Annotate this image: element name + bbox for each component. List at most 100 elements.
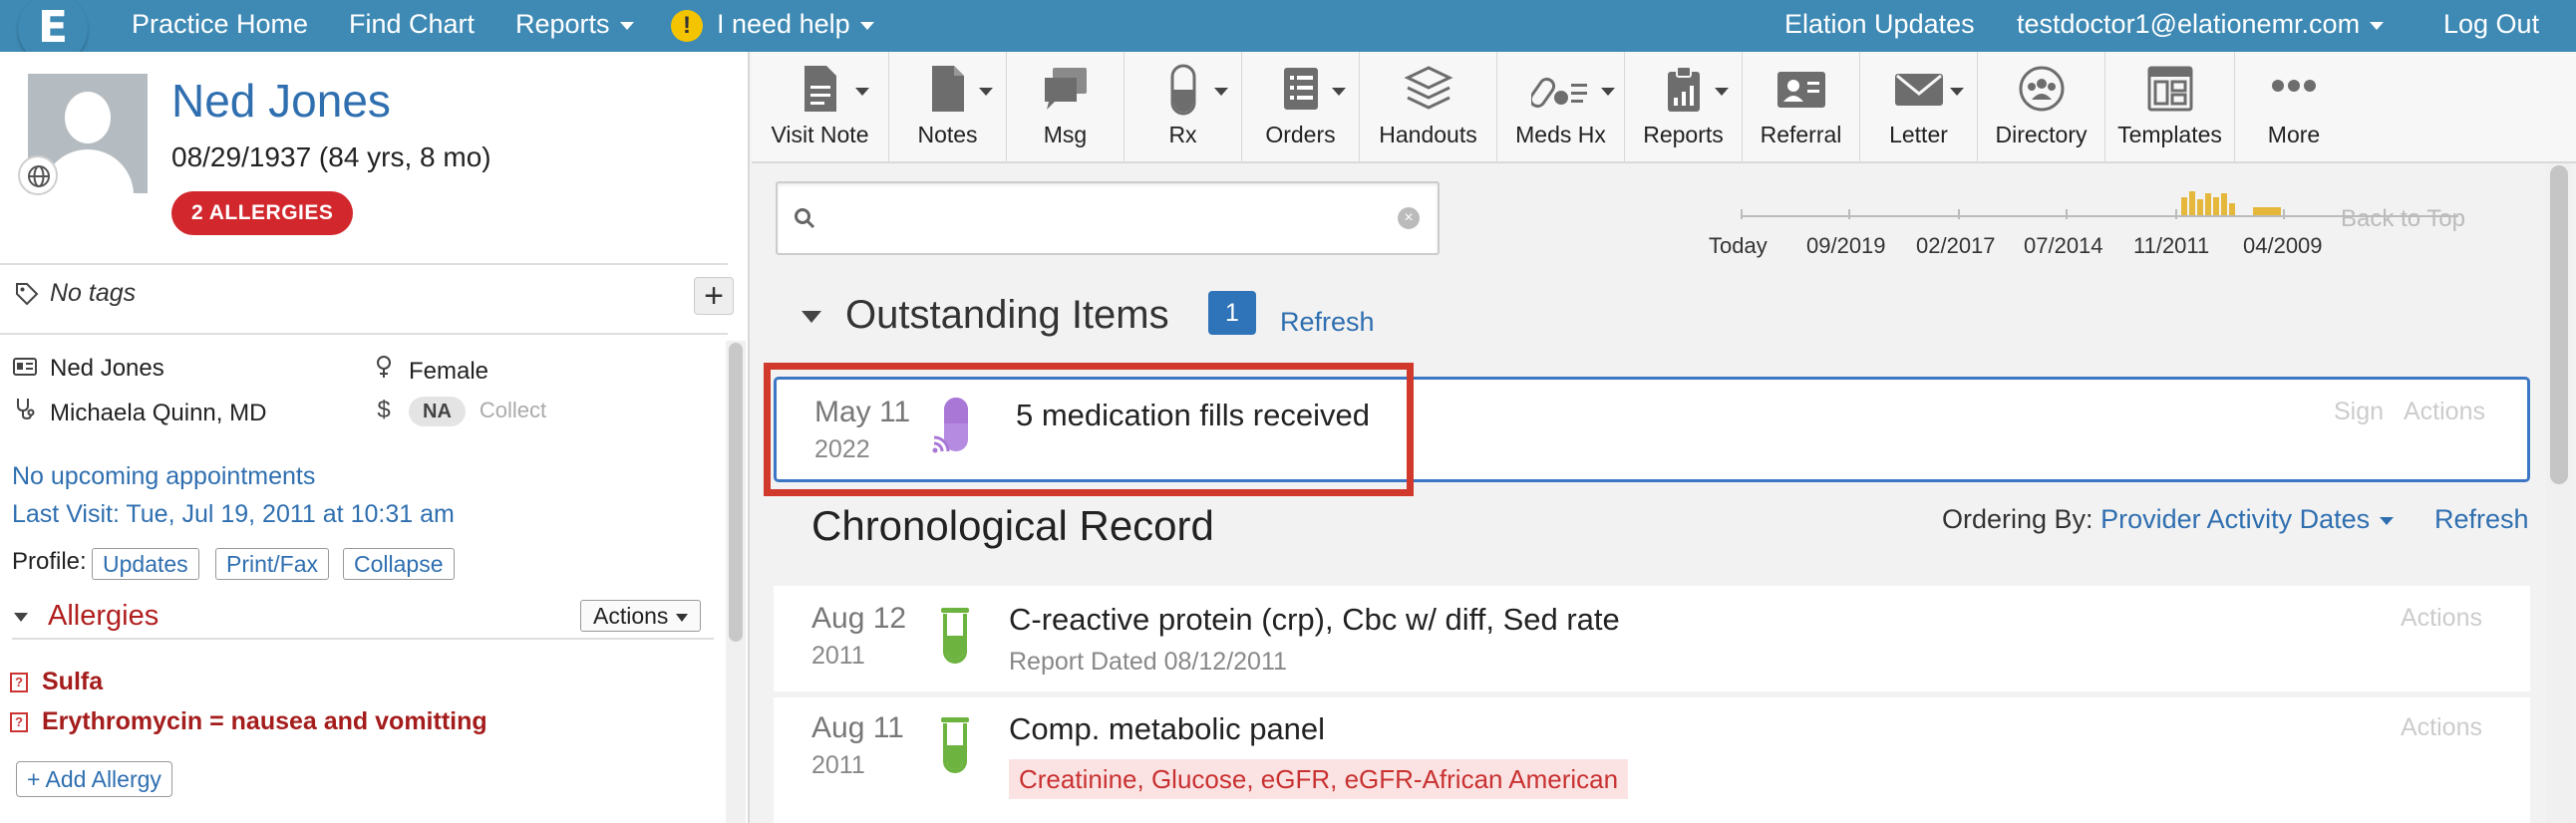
nav-practice-home[interactable]: Practice Home — [132, 0, 308, 48]
toolbar-referral[interactable]: Referral — [1743, 52, 1860, 161]
patient-sex: Female — [409, 358, 489, 385]
patient-sidebar: Ned Jones 08/29/1937 (84 yrs, 8 mo) 2 AL… — [0, 52, 750, 823]
ordering-label: Ordering By: — [1942, 504, 2093, 534]
chevron-down-icon — [1715, 88, 1729, 96]
timeline-label: 07/2014 — [2024, 233, 2103, 258]
toolbar-reports[interactable]: Reports — [1625, 52, 1743, 161]
allergy-item[interactable]: ? Sulfa — [10, 668, 103, 696]
toolbar-label: Handouts — [1379, 122, 1477, 147]
toolbar-rx[interactable]: Rx — [1125, 52, 1242, 161]
allergy-item[interactable]: ? Erythromycin = nausea and vomitting — [10, 707, 487, 736]
toolbar-label: Meds Hx — [1515, 122, 1606, 147]
add-allergy-button[interactable]: + Add Allergy — [16, 761, 172, 797]
toolbar-label: Templates — [2117, 122, 2222, 147]
chronological-refresh-link[interactable]: Refresh — [2434, 504, 2529, 535]
record-actions-link[interactable]: Actions — [2401, 713, 2482, 742]
warning-icon: ! — [671, 9, 703, 42]
record-row[interactable]: Aug 11 2011 Comp. metabolic panel Creati… — [774, 697, 2530, 823]
timeline-activity-bar — [2213, 197, 2219, 215]
chart-search[interactable]: × — [776, 181, 1440, 255]
provider-row: Michaela Quinn, MD — [12, 397, 266, 427]
last-visit-link[interactable]: Last Visit: Tue, Jul 19, 2011 at 10:31 a… — [12, 500, 455, 529]
legal-name: Ned Jones — [50, 355, 164, 382]
chevron-down-icon — [1332, 88, 1346, 96]
chevron-down-icon — [676, 613, 689, 622]
main-scroll-thumb[interactable] — [2550, 165, 2568, 484]
nav-help-menu[interactable]: ! I need help — [671, 0, 874, 48]
collect-link[interactable]: Collect — [480, 398, 546, 422]
back-to-top-link[interactable]: Back to Top — [2341, 205, 2465, 233]
upcoming-appointments-link[interactable]: No upcoming appointments — [12, 462, 315, 491]
outstanding-items-toggle[interactable]: Outstanding Items — [802, 293, 1169, 338]
nav-user-menu[interactable]: testdoctor1@elationemr.com — [2017, 0, 2385, 48]
profile-print-fax-button[interactable]: Print/Fax — [215, 548, 330, 580]
balance-row: $ NA Collect — [371, 397, 546, 426]
toolbar-notes[interactable]: Notes — [889, 52, 1007, 161]
record-year: 2011 — [811, 751, 865, 779]
timeline-activity-bar — [2189, 191, 2195, 215]
toolbar-label: Letter — [1889, 122, 1948, 147]
balance-pill: NA — [409, 397, 466, 426]
record-title[interactable]: Comp. metabolic panel — [1009, 711, 1325, 747]
nav-reports-menu[interactable]: Reports — [515, 0, 634, 48]
dollar-icon: $ — [377, 397, 391, 423]
more-icon — [2235, 64, 2353, 118]
toolbar-meds-hx[interactable]: Meds Hx — [1497, 52, 1625, 161]
outstanding-refresh-link[interactable]: Refresh — [1280, 307, 1375, 338]
toolbar-letter[interactable]: Letter — [1860, 52, 1978, 161]
toolbar-label: Reports — [1643, 122, 1724, 147]
stethoscope-icon — [12, 397, 38, 427]
toolbar-directory[interactable]: Directory — [1978, 52, 2105, 161]
globe-icon[interactable] — [18, 155, 58, 195]
toolbar-visit-note[interactable]: Visit Note — [752, 52, 889, 161]
patient-name[interactable]: Ned Jones — [171, 74, 391, 128]
record-row[interactable]: Aug 12 2011 C-reactive protein (crp), Cb… — [774, 586, 2530, 691]
timeline-label: 04/2009 — [2243, 233, 2323, 258]
record-actions-link[interactable]: Actions — [2401, 604, 2482, 633]
profile-collapse-button[interactable]: Collapse — [343, 548, 455, 580]
toolbar-label: Rx — [1168, 122, 1197, 147]
nav-logout[interactable]: Log Out — [2443, 0, 2539, 48]
templates-icon — [2105, 64, 2234, 118]
chevron-down-icon — [1214, 88, 1228, 96]
toolbar-label: Visit Note — [771, 122, 869, 147]
nav-reports-label: Reports — [515, 9, 610, 39]
toolbar-more[interactable]: More — [2235, 52, 2353, 161]
timeline-activity-bar — [2205, 193, 2211, 215]
allergies-actions-dropdown[interactable]: Actions — [580, 600, 702, 632]
toolbar-handouts[interactable]: Handouts — [1360, 52, 1497, 161]
divider — [0, 333, 728, 335]
tag-icon — [16, 283, 39, 306]
outstanding-items-title: Outstanding Items — [845, 293, 1169, 337]
toolbar-templates[interactable]: Templates — [2105, 52, 2235, 161]
item-actions-link[interactable]: Actions — [2404, 398, 2485, 426]
chevron-down-icon — [2380, 516, 2395, 525]
toolbar-msg[interactable]: Msg — [1007, 52, 1125, 161]
ordering-by-control[interactable]: Ordering By: Provider Activity Dates — [1942, 504, 2395, 535]
sidebar-scroll-thumb[interactable] — [729, 343, 743, 642]
user-email: testdoctor1@elationemr.com — [2017, 9, 2361, 39]
record-title[interactable]: C-reactive protein (crp), Cbc w/ diff, S… — [1009, 602, 1620, 638]
record-year: 2011 — [811, 642, 865, 670]
timeline-tick — [1848, 209, 1850, 219]
add-tag-button[interactable]: + — [694, 277, 734, 315]
profile-label: Profile: — [12, 548, 87, 575]
toolbar-orders[interactable]: Orders — [1242, 52, 1360, 161]
timeline-label: Today — [1709, 233, 1768, 258]
timeline-tick — [2175, 209, 2177, 219]
chronological-record-title: Chronological Record — [811, 502, 1214, 549]
allergy-label: Sulfa — [42, 668, 104, 695]
patient-dob: 08/29/1937 (84 yrs, 8 mo) — [171, 141, 491, 172]
tags-text: No tags — [50, 279, 137, 307]
nav-find-chart[interactable]: Find Chart — [349, 0, 475, 48]
allergy-count-badge[interactable]: 2 ALLERGIES — [171, 191, 354, 235]
timeline-activity-bar — [2253, 207, 2281, 215]
allergies-section-toggle[interactable]: Allergies — [14, 600, 159, 633]
sign-link[interactable]: Sign — [2334, 398, 2384, 426]
nav-elation-updates[interactable]: Elation Updates — [1784, 0, 1975, 48]
handouts-icon — [1360, 64, 1496, 118]
timeline-activity-bar — [2221, 193, 2227, 215]
profile-updates-button[interactable]: Updates — [92, 548, 199, 580]
clear-search-icon[interactable]: × — [1398, 207, 1420, 229]
record-date: Aug 12 — [811, 602, 907, 635]
